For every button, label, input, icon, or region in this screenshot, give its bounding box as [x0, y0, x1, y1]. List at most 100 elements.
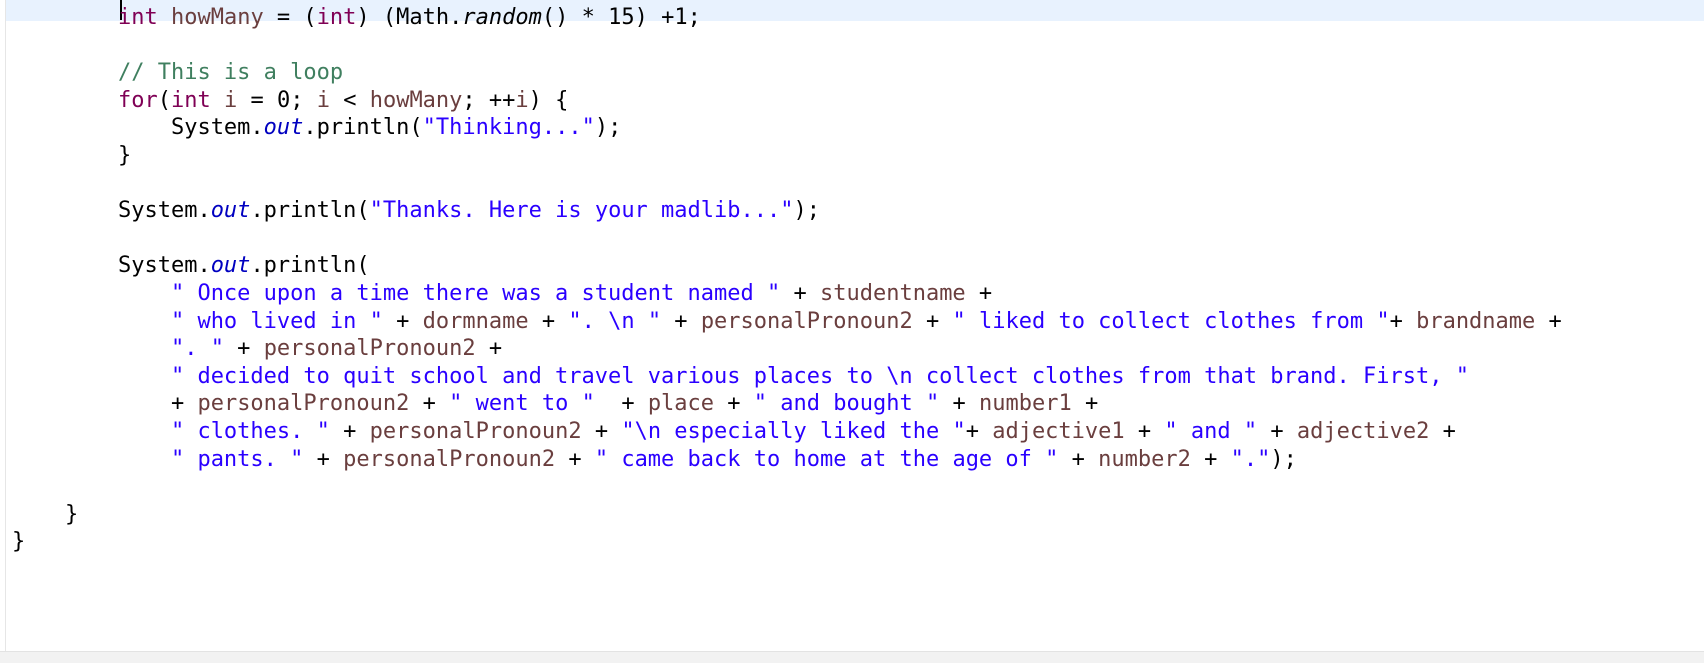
code-token: random — [462, 5, 542, 30]
code-token: int — [316, 5, 357, 30]
code-token: + — [780, 281, 820, 306]
code-line: System.out.println("Thanks. Here is your… — [12, 196, 820, 226]
code-line: int howMany = (int) (Math.random() * 15)… — [12, 3, 701, 33]
code-token: ". \n " — [568, 309, 662, 334]
code-token: " came back to home at the age of " — [594, 447, 1059, 472]
code-token: " and bought " — [753, 391, 940, 416]
code-line: for(int i = 0; i < howMany; ++i) { — [12, 86, 568, 116]
code-token: personalPronoun2 — [369, 419, 582, 444]
code-token: + — [1535, 309, 1562, 334]
code-line: System.out.println("Thinking..."); — [12, 113, 621, 143]
code-token: System. — [170, 115, 264, 140]
code-line: " who lived in " + dormname + ". \n " + … — [12, 307, 1562, 337]
code-token: } — [117, 143, 132, 168]
code-token: + — [409, 391, 450, 416]
code-token: .println( — [303, 115, 423, 140]
code-token: out — [210, 253, 251, 278]
code-token: int — [117, 5, 158, 30]
code-token: // This is a loop — [117, 60, 344, 85]
code-token: place — [647, 391, 715, 416]
code-token: ) (Math. — [356, 5, 463, 30]
code-token: } — [12, 529, 26, 554]
code-token: + — [1058, 447, 1099, 472]
code-token: "Thinking..." — [422, 115, 595, 140]
code-token: adjective2 — [1296, 419, 1430, 444]
code-token: number2 — [1098, 447, 1191, 472]
code-token: ". " — [170, 336, 224, 361]
code-line: " Once upon a time there was a student n… — [12, 279, 992, 309]
code-token: "\n especially liked the " — [621, 419, 966, 444]
code-token: + — [329, 419, 370, 444]
code-token: "Thanks. Here is your madlib..." — [369, 198, 794, 223]
code-token: howMany — [170, 5, 264, 30]
code-token: i — [316, 88, 330, 113]
code-token: } — [64, 502, 79, 527]
code-line: " pants. " + personalPronoun2 + " came b… — [12, 445, 1297, 475]
code-line: " clothes. " + personalPronoun2 + "\n es… — [12, 417, 1456, 447]
code-token: + — [1429, 419, 1456, 444]
code-token: howMany — [369, 88, 463, 113]
code-token: = 0; — [237, 88, 317, 113]
code-line: + personalPronoun2 + " went to " + place… — [12, 389, 1098, 419]
code-token: + — [1190, 447, 1231, 472]
code-token: + — [223, 336, 264, 361]
code-token: i — [515, 88, 529, 113]
code-token: + — [303, 447, 344, 472]
code-token: < — [329, 88, 370, 113]
code-token: .println( — [250, 198, 370, 223]
code-token: "." — [1230, 447, 1271, 472]
code-token: + — [170, 391, 198, 416]
code-token: + — [594, 391, 648, 416]
code-token: ; ++ — [462, 88, 516, 113]
code-token: personalPronoun2 — [343, 447, 556, 472]
code-token: = ( — [263, 5, 317, 30]
code-token: + — [475, 336, 503, 361]
code-token: System. — [117, 198, 211, 223]
code-line: } — [12, 141, 131, 171]
code-token: " clothes. " — [170, 419, 330, 444]
code-token: out — [210, 198, 251, 223]
code-token: + — [555, 447, 595, 472]
code-token: .println( — [250, 253, 370, 278]
code-token: ( — [157, 88, 171, 113]
code-token: + — [1071, 391, 1099, 416]
code-token: " decided to quit school and travel vari… — [170, 364, 1469, 389]
code-token: int — [170, 88, 211, 113]
code-line: } — [12, 500, 78, 530]
code-token: ); — [793, 198, 821, 223]
code-token: + — [382, 309, 423, 334]
code-token: brandname — [1416, 309, 1536, 334]
code-token: dormname — [422, 309, 529, 334]
code-token: " Once upon a time there was a student n… — [170, 281, 781, 306]
horizontal-scrollbar[interactable] — [0, 651, 1704, 663]
code-token: for — [117, 88, 158, 113]
code-token: " liked to collect clothes from " — [952, 309, 1390, 334]
code-token: " who lived in " — [170, 309, 383, 334]
code-token: + — [528, 309, 569, 334]
code-token: out — [263, 115, 304, 140]
code-line: } — [12, 527, 25, 557]
code-token: + — [714, 391, 754, 416]
code-token: System. — [117, 253, 211, 278]
code-token: adjective1 — [992, 419, 1125, 444]
code-token: + — [661, 309, 701, 334]
code-token: + — [939, 391, 979, 416]
code-token: + — [912, 309, 953, 334]
code-token: personalPronoun2 — [197, 391, 410, 416]
code-editor[interactable]: int howMany = (int) (Math.random() * 15)… — [0, 0, 1704, 663]
code-token: + — [581, 419, 622, 444]
code-token: () * 15) +1; — [541, 5, 701, 30]
code-token: ); — [594, 115, 622, 140]
code-token: + — [1389, 309, 1417, 334]
code-token: + — [965, 419, 993, 444]
code-token: personalPronoun2 — [700, 309, 913, 334]
code-token: ); — [1270, 447, 1297, 472]
code-token: studentname — [819, 281, 966, 306]
code-token: number1 — [978, 391, 1072, 416]
editor-gutter-border — [5, 0, 6, 662]
code-token: i — [223, 88, 238, 113]
code-line: ". " + personalPronoun2 + — [12, 334, 502, 364]
code-token: " and " — [1164, 419, 1258, 444]
